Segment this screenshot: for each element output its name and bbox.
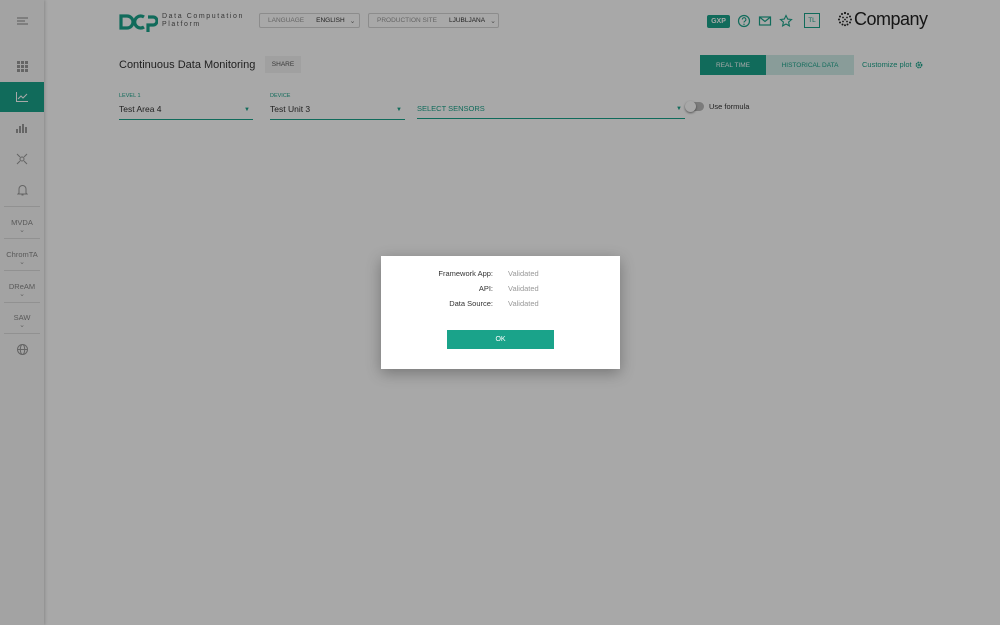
validation-value: Validated <box>508 299 539 308</box>
validation-dialog: Framework App: Validated API: Validated … <box>381 256 620 369</box>
validation-row: Framework App: Validated <box>381 269 620 279</box>
validation-key: API: <box>478 284 493 293</box>
ok-button[interactable]: OK <box>447 330 554 349</box>
validation-key: Framework App: <box>438 269 493 278</box>
validation-key: Data Source: <box>449 299 493 308</box>
validation-value: Validated <box>508 284 539 293</box>
validation-row: Data Source: Validated <box>381 299 620 309</box>
validation-value: Validated <box>508 269 539 278</box>
validation-row: API: Validated <box>381 284 620 294</box>
